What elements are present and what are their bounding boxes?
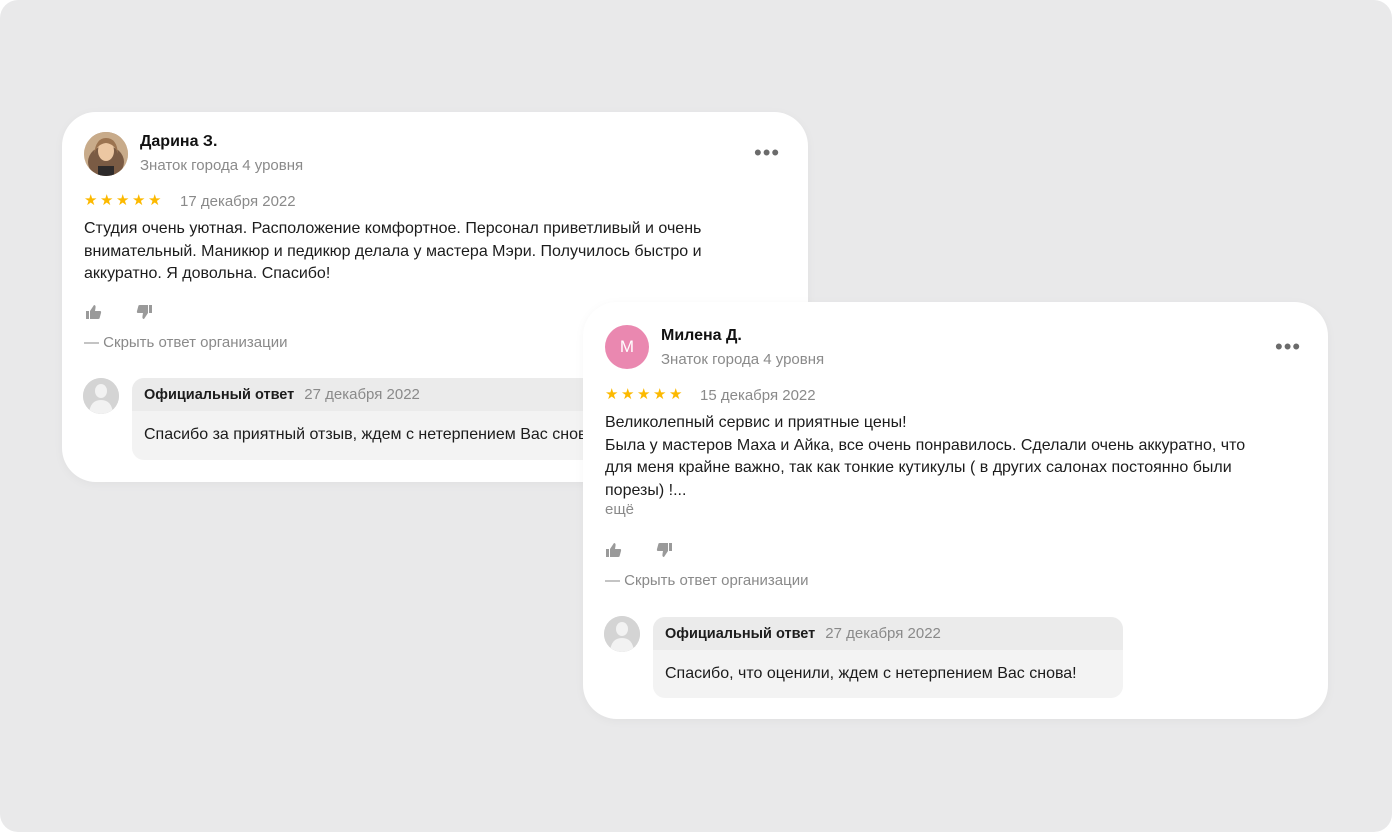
star-icon: ★ — [621, 386, 635, 403]
author-level: Знаток города 4 уровня — [140, 157, 304, 174]
author-level: Знаток города 4 уровня — [661, 351, 825, 368]
author-name[interactable]: Милена Д. — [661, 327, 742, 345]
user-photo-icon — [84, 132, 128, 176]
review-text-line: порезы) !... — [605, 481, 687, 499]
review-text-line: внимательный. Маникюр и педикюр делала у… — [84, 242, 702, 260]
more-dots-icon[interactable]: ••• — [754, 142, 780, 164]
org-avatar — [83, 378, 119, 414]
star-icon: ★ — [84, 192, 98, 209]
dislike-icon[interactable] — [134, 302, 154, 322]
user-avatar[interactable] — [84, 132, 128, 176]
star-icon: ★ — [100, 192, 114, 209]
review-text-line: Была у мастеров Маха и Айка, все очень п… — [605, 436, 1246, 454]
review-text-line: аккуратно. Я довольна. Спасибо! — [84, 265, 331, 282]
rating-stars: ★ ★ ★ ★ ★ — [605, 386, 683, 403]
review-text-line: для меня крайне важно, так как тонкие ку… — [605, 459, 1232, 476]
reply-label: Официальный ответ — [665, 625, 816, 642]
reply-label: Официальный ответ — [144, 386, 295, 403]
org-person-icon — [83, 378, 119, 414]
reply-date: 27 декабря 2022 — [304, 386, 420, 403]
more-dots-icon[interactable]: ••• — [1275, 336, 1301, 358]
author-name[interactable]: Дарина З. — [140, 133, 217, 151]
org-avatar — [604, 616, 640, 652]
star-icon: ★ — [653, 386, 667, 403]
dislike-icon[interactable] — [654, 540, 674, 560]
reply-date: 27 декабря 2022 — [825, 625, 941, 642]
hide-reply-link[interactable]: — Скрыть ответ организации — [605, 572, 809, 589]
star-icon: ★ — [148, 192, 162, 209]
official-reply: Официальный ответ 27 декабря 2022 Спасиб… — [653, 617, 1123, 698]
like-icon[interactable] — [84, 303, 104, 323]
review-date: 15 декабря 2022 — [700, 387, 816, 404]
reply-text: Спасибо, что оценили, ждем с нетерпением… — [665, 665, 1077, 682]
page-background: Дарина З. Знаток города 4 уровня ••• ★ ★… — [0, 0, 1392, 832]
star-icon: ★ — [669, 386, 683, 403]
star-icon: ★ — [116, 192, 130, 209]
review-text: Великолепный сервис и приятные цены! Был… — [605, 412, 1305, 502]
star-icon: ★ — [605, 386, 619, 403]
review-text-line: Великолепный сервис и приятные цены! — [605, 414, 907, 431]
hide-reply-link[interactable]: — Скрыть ответ организации — [84, 334, 288, 351]
review-date: 17 декабря 2022 — [180, 193, 296, 210]
review-card: М Милена Д. Знаток города 4 уровня ••• ★… — [583, 302, 1328, 719]
read-more-link[interactable]: ещё — [605, 501, 634, 518]
review-text: Студия очень уютная. Расположение комфор… — [84, 218, 784, 286]
star-icon: ★ — [637, 386, 651, 403]
like-icon[interactable] — [604, 541, 624, 561]
rating-stars: ★ ★ ★ ★ ★ — [84, 192, 162, 209]
user-avatar[interactable]: М — [605, 325, 649, 369]
org-person-icon — [604, 616, 640, 652]
star-icon: ★ — [132, 192, 146, 209]
reply-header: Официальный ответ 27 декабря 2022 — [653, 617, 1123, 650]
review-text-line: Студия очень уютная. Расположение комфор… — [84, 220, 702, 237]
